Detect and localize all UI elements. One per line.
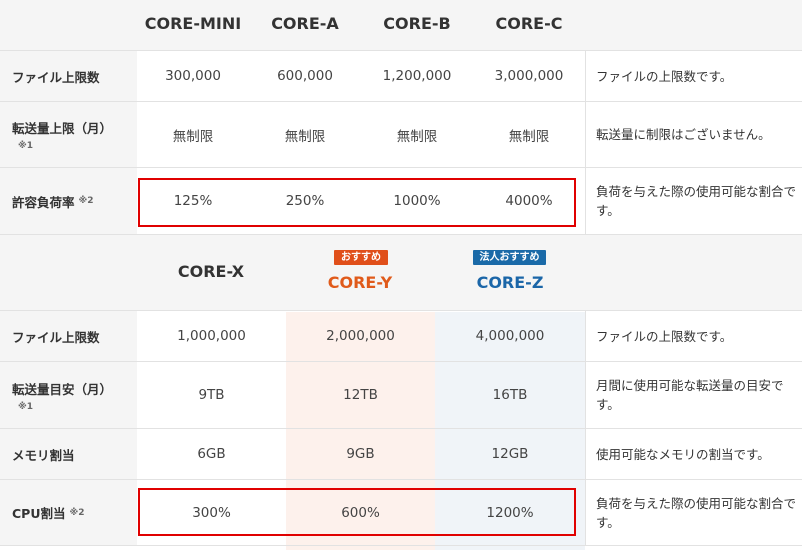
value-cell: 無制限	[284, 128, 326, 145]
plan-name-core-y: CORE-Y	[327, 273, 393, 292]
row-label: 許容負荷率 ※2	[0, 168, 137, 234]
value-cell: 9GB	[346, 446, 375, 462]
value-cell: 6GB	[197, 446, 226, 462]
section2-header-row: CORE-X おすすめ CORE-Y 法人おすすめ CORE-Z	[0, 235, 802, 311]
row-label: 転送量上限（月） ※1	[0, 102, 137, 167]
footnote-mark: ※2	[78, 196, 94, 206]
row-label: CPU割当 ※2	[0, 480, 137, 545]
spec-row-cpu: CPU割当 ※2 300% 600% 1200% 負荷を与えた際の使用可能な割合で…	[0, 480, 802, 546]
spec-row-file-limit-1: ファイル上限数 300,000 600,000 1,200,000 3,000,…	[0, 51, 802, 102]
plan-name-core-a: CORE-A	[271, 14, 339, 33]
value-cell: 600%	[341, 504, 380, 521]
value-cell: 1,000,000	[177, 328, 246, 344]
row-description: 負荷を与えた際の使用可能な割合です。	[585, 480, 802, 545]
value-cell: 無制限	[396, 128, 438, 145]
row-description: ファイルの上限数です。	[585, 51, 802, 101]
value-cell: 12GB	[491, 446, 529, 462]
spec-row-file-limit-2: ファイル上限数 1,000,000 2,000,000 4,000,000 ファ…	[0, 311, 802, 362]
row-label: 転送量目安（月） ※1	[0, 362, 137, 428]
plan-name-core-x: CORE-X	[177, 262, 245, 281]
footnote-mark: ※1	[18, 401, 34, 412]
value-cell: 4,000,000	[475, 328, 545, 344]
spec-row-transfer-limit: 転送量上限（月） ※1 無制限 無制限 無制限 無制限 転送量に制限はございませ…	[0, 102, 802, 168]
value-cell: 600,000	[277, 68, 333, 84]
plan-name-core-z: CORE-Z	[476, 273, 544, 292]
footnote-mark: ※2	[69, 507, 85, 518]
value-cell: 3,000,000	[494, 68, 564, 84]
value-cell: 1200%	[486, 504, 534, 521]
value-cell: 12TB	[343, 387, 378, 403]
value-cell: 2,000,000	[326, 328, 395, 344]
value-cell: 無制限	[172, 128, 214, 145]
recommended-badge: おすすめ	[334, 250, 388, 265]
value-cell: 1000%	[393, 193, 441, 209]
corporate-recommended-badge: 法人おすすめ	[473, 250, 546, 265]
row-label: メモリ割当	[0, 429, 137, 479]
value-cell: 16TB	[492, 387, 528, 403]
spec-row-memory: メモリ割当 6GB 9GB 12GB 使用可能なメモリの割当です。	[0, 429, 802, 480]
row-description: 負荷を与えた際の使用可能な割合です。	[585, 168, 802, 234]
section1-header-row: CORE-MINI CORE-A CORE-B CORE-C	[0, 0, 802, 51]
row-description: 転送量に制限はございません。	[585, 102, 802, 167]
value-cell: 250%	[285, 193, 325, 209]
row-description: 月間に使用可能な転送量の目安です。	[585, 362, 802, 428]
value-cell: 無制限	[508, 128, 550, 145]
value-cell: 4000%	[505, 193, 553, 209]
value-cell: 300%	[192, 504, 231, 521]
spec-row-load-rate: 許容負荷率 ※2 125% 250% 1000% 4000% 負荷を与えた際の使用…	[0, 168, 802, 235]
footnote-mark: ※1	[18, 141, 34, 151]
spec-row-transfer-guide: 転送量目安（月） ※1 9TB 12TB 16TB 月間に使用可能な転送量の目安…	[0, 362, 802, 429]
value-cell: 300,000	[165, 68, 221, 84]
row-label: ファイル上限数	[0, 51, 137, 101]
row-label: ファイル上限数	[0, 311, 137, 361]
plan-name-core-b: CORE-B	[383, 14, 451, 33]
plan-name-core-mini: CORE-MINI	[144, 14, 242, 33]
value-cell: 9TB	[198, 387, 225, 403]
row-description: ファイルの上限数です。	[585, 311, 802, 361]
value-cell: 125%	[173, 193, 213, 209]
value-cell: 1,200,000	[382, 68, 452, 84]
plan-name-core-c: CORE-C	[495, 14, 563, 33]
row-description: 使用可能なメモリの割当です。	[585, 429, 802, 479]
